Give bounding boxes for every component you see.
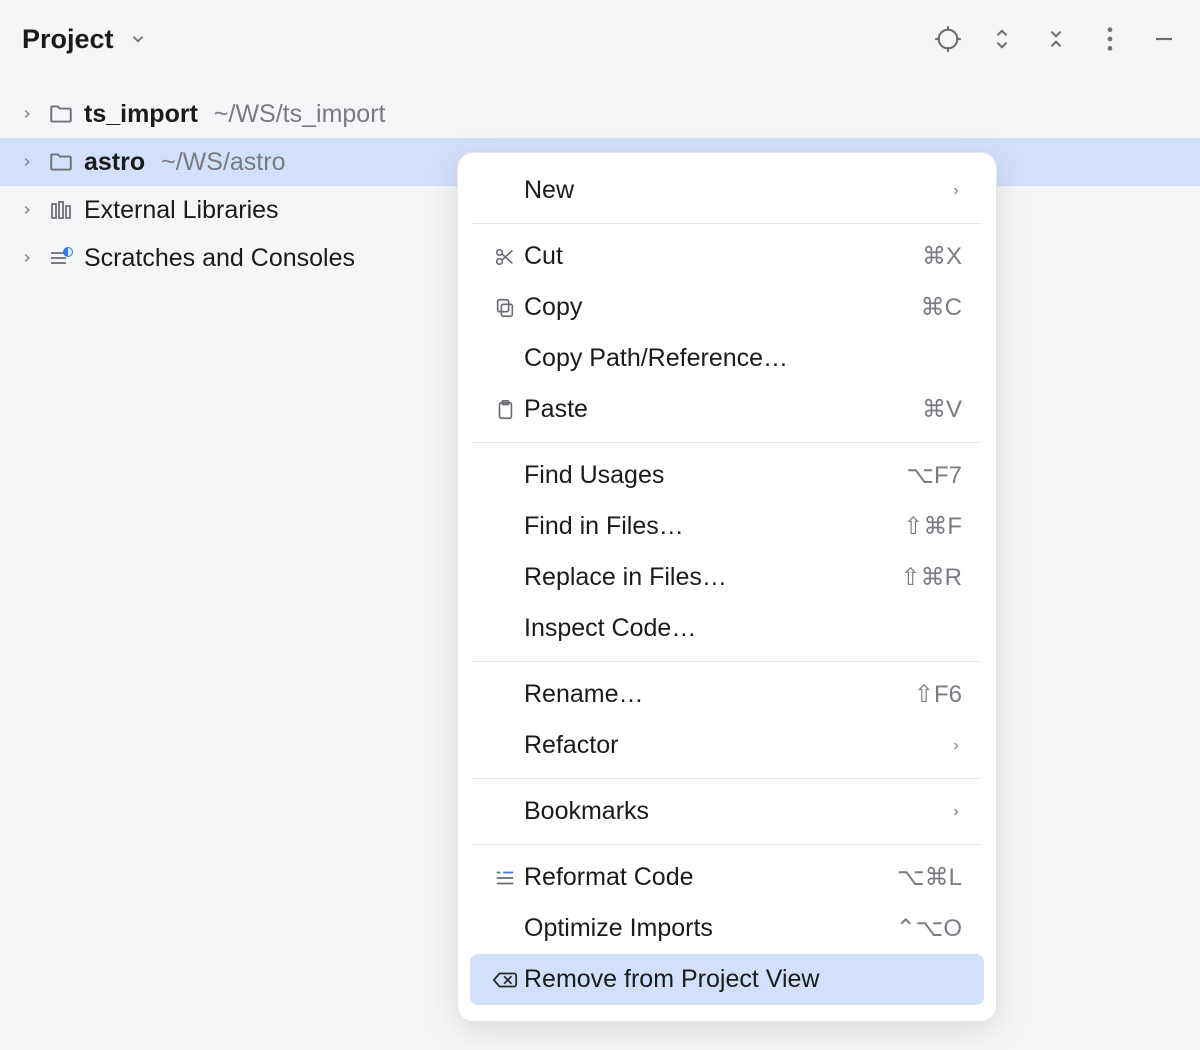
menu-item-cut[interactable]: Cut ⌘X <box>470 231 984 282</box>
tree-node-ts-import[interactable]: ts_import ~/WS/ts_import <box>0 90 1200 138</box>
menu-label: Cut <box>524 242 922 271</box>
menu-shortcut: ⌥⌘L <box>897 863 962 892</box>
menu-separator <box>472 661 982 662</box>
menu-shortcut: ⇧⌘F <box>903 512 962 541</box>
context-menu: New Cut ⌘X Copy ⌘C Copy Path/Reference… … <box>457 152 997 1022</box>
menu-label: Copy Path/Reference… <box>524 344 962 373</box>
menu-item-copy[interactable]: Copy ⌘C <box>470 282 984 333</box>
node-label: Scratches and Consoles <box>84 244 355 273</box>
expand-collapse-icon[interactable] <box>988 25 1016 53</box>
view-selector[interactable]: Project <box>22 24 152 55</box>
header-actions <box>934 25 1178 53</box>
menu-item-bookmarks[interactable]: Bookmarks <box>470 786 984 837</box>
menu-item-optimize-imports[interactable]: Optimize Imports ⌃⌥O <box>470 903 984 954</box>
menu-label: Reformat Code <box>524 863 897 892</box>
scratches-icon <box>46 247 76 269</box>
node-label: astro <box>84 148 145 177</box>
menu-item-paste[interactable]: Paste ⌘V <box>470 384 984 435</box>
target-icon[interactable] <box>934 25 962 53</box>
menu-item-remove-from-project-view[interactable]: Remove from Project View <box>470 954 984 1005</box>
menu-label: Find Usages <box>524 461 906 490</box>
menu-item-find-usages[interactable]: Find Usages ⌥F7 <box>470 450 984 501</box>
menu-item-replace-in-files[interactable]: Replace in Files… ⇧⌘R <box>470 552 984 603</box>
menu-label: Refactor <box>524 731 950 760</box>
chevron-right-icon[interactable] <box>20 203 40 217</box>
delete-icon <box>486 970 524 990</box>
more-icon[interactable] <box>1096 25 1124 53</box>
menu-shortcut: ⌘X <box>922 242 962 271</box>
menu-item-rename[interactable]: Rename… ⇧F6 <box>470 669 984 720</box>
menu-label: Replace in Files… <box>524 563 901 592</box>
chevron-right-icon[interactable] <box>20 155 40 169</box>
node-label: ts_import <box>84 100 198 129</box>
folder-icon <box>46 103 76 125</box>
clipboard-icon <box>486 399 524 421</box>
menu-label: New <box>524 176 950 205</box>
chevron-right-icon <box>950 803 962 821</box>
menu-label: Inspect Code… <box>524 614 962 643</box>
menu-shortcut: ⌃⌥O <box>896 914 962 943</box>
menu-separator <box>472 223 982 224</box>
menu-label: Remove from Project View <box>524 965 962 994</box>
chevron-right-icon[interactable] <box>20 107 40 121</box>
chevron-right-icon[interactable] <box>20 251 40 265</box>
minimize-icon[interactable] <box>1150 25 1178 53</box>
menu-item-refactor[interactable]: Refactor <box>470 720 984 771</box>
node-path: ~/WS/ts_import <box>214 100 386 129</box>
menu-label: Bookmarks <box>524 797 950 826</box>
view-title: Project <box>22 24 114 55</box>
libraries-icon <box>46 199 76 221</box>
chevron-down-icon <box>124 25 152 53</box>
menu-label: Copy <box>524 293 921 322</box>
menu-item-find-in-files[interactable]: Find in Files… ⇧⌘F <box>470 501 984 552</box>
menu-label: Rename… <box>524 680 914 709</box>
menu-shortcut: ⌘C <box>921 293 962 322</box>
menu-shortcut: ⌥F7 <box>906 461 962 490</box>
menu-item-new[interactable]: New <box>470 165 984 216</box>
menu-shortcut: ⌘V <box>922 395 962 424</box>
menu-separator <box>472 442 982 443</box>
menu-item-reformat-code[interactable]: Reformat Code ⌥⌘L <box>470 852 984 903</box>
menu-label: Paste <box>524 395 922 424</box>
tool-window-header: Project <box>0 0 1200 78</box>
chevron-right-icon <box>950 182 962 200</box>
chevron-right-icon <box>950 737 962 755</box>
collapse-all-icon[interactable] <box>1042 25 1070 53</box>
menu-shortcut: ⇧⌘R <box>901 563 962 592</box>
copy-icon <box>486 297 524 319</box>
menu-item-inspect-code[interactable]: Inspect Code… <box>470 603 984 654</box>
folder-icon <box>46 151 76 173</box>
reformat-icon <box>486 868 524 888</box>
node-path: ~/WS/astro <box>161 148 285 177</box>
menu-label: Find in Files… <box>524 512 903 541</box>
scissors-icon <box>486 246 524 268</box>
menu-item-copy-path[interactable]: Copy Path/Reference… <box>470 333 984 384</box>
menu-separator <box>472 844 982 845</box>
menu-separator <box>472 778 982 779</box>
node-label: External Libraries <box>84 196 279 225</box>
menu-label: Optimize Imports <box>524 914 896 943</box>
menu-shortcut: ⇧F6 <box>914 680 962 709</box>
